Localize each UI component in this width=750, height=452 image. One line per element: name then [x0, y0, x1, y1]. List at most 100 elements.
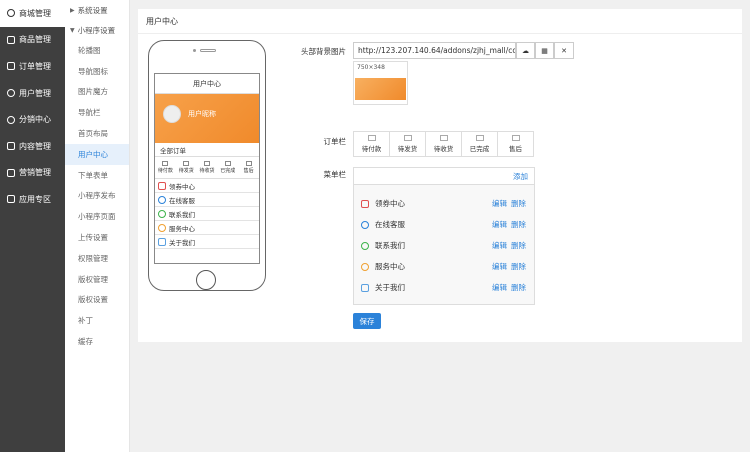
- sub-item[interactable]: 下单表单: [65, 165, 129, 186]
- info-icon: [361, 283, 369, 292]
- order-bar: 待付款 待发货 待收货 已完成 售后: [353, 131, 534, 157]
- sub-item[interactable]: 缓存: [65, 331, 129, 352]
- headset-icon: [361, 220, 369, 229]
- add-menu-link[interactable]: 添加: [513, 171, 528, 182]
- all-orders: 全部订单: [155, 143, 259, 157]
- document-icon: [7, 142, 15, 151]
- nav-item-orders[interactable]: 订单管理: [0, 53, 65, 80]
- phone-menu-item: 关于我们: [155, 235, 259, 249]
- main-sidebar: 商城管理 商品管理 订单管理 用户管理 分销中心 内容管理 营销管理 应用专区: [0, 0, 65, 452]
- phone-banner: 用户昵称: [155, 94, 259, 143]
- edit-link[interactable]: 编辑: [492, 240, 507, 251]
- delete-link[interactable]: 删除: [511, 219, 526, 230]
- nav-item-products[interactable]: 商品管理: [0, 27, 65, 54]
- order-tab[interactable]: 待付款: [354, 132, 390, 156]
- nickname: 用户昵称: [188, 110, 216, 118]
- phone-title: 用户中心: [155, 74, 259, 94]
- chat-icon: [361, 241, 369, 250]
- group-miniapp-settings[interactable]: ▼ 小程序设置: [65, 20, 129, 40]
- edit-link[interactable]: 编辑: [492, 261, 507, 272]
- grid-icon: ▦: [541, 46, 548, 55]
- camera-icon: [193, 49, 196, 52]
- menu-row: 领券中心 编辑 删除: [354, 193, 534, 214]
- thumb-image: [355, 78, 406, 100]
- phone-screen: 用户中心 用户昵称 全部订单 待付款 待发货 待收货 已完成 售后 领券中心 在…: [154, 73, 260, 264]
- sub-item[interactable]: 首页布局: [65, 123, 129, 144]
- delete-link[interactable]: 删除: [511, 240, 526, 251]
- nav-item-distribution[interactable]: 分销中心: [0, 106, 65, 133]
- header-bg-thumbnail: 750×348: [353, 61, 408, 105]
- phone-order-tab: 待付款: [155, 157, 176, 178]
- thumb-size: 750×348: [357, 64, 385, 71]
- nav-item-mall[interactable]: 商城管理: [0, 0, 65, 27]
- list-icon: [7, 62, 15, 71]
- envelope-icon: [203, 161, 210, 166]
- question-icon: [361, 262, 369, 271]
- chevron-right-icon: ▶: [70, 6, 75, 14]
- sub-item[interactable]: 轮播图: [65, 40, 129, 61]
- service-icon: [245, 161, 252, 166]
- phone-order-tab: 待发货: [176, 157, 197, 178]
- phone-order-tab: 已完成: [217, 157, 238, 178]
- phone-preview: 用户中心 用户昵称 全部订单 待付款 待发货 待收货 已完成 售后 领券中心 在…: [148, 40, 266, 291]
- coupon-icon: [158, 181, 166, 190]
- sub-item-user-center[interactable]: 用户中心: [65, 143, 129, 165]
- speaker-icon: [200, 49, 216, 52]
- sub-item[interactable]: 导航栏: [65, 102, 129, 123]
- home-button: [196, 270, 216, 290]
- upload-button[interactable]: ☁: [516, 42, 535, 59]
- save-button[interactable]: 保存: [353, 313, 381, 329]
- sub-item[interactable]: 补丁: [65, 310, 129, 331]
- header-bg-url-input[interactable]: http://123.207.140.64/addons/zjhj_mall/c…: [353, 42, 516, 59]
- cloud-upload-icon: ☁: [522, 46, 529, 55]
- question-icon: [158, 223, 166, 232]
- sub-item[interactable]: 上传设置: [65, 227, 129, 248]
- order-tab[interactable]: 售后: [498, 132, 533, 156]
- delete-link[interactable]: 删除: [511, 282, 526, 293]
- sub-item[interactable]: 版权设置: [65, 290, 129, 311]
- chevron-down-icon: ▼: [70, 26, 75, 34]
- close-icon: ✕: [561, 46, 567, 55]
- headset-icon: [158, 195, 166, 204]
- phone-order-tabs: 待付款 待发货 待收货 已完成 售后: [155, 157, 259, 179]
- menu-row: 关于我们 编辑 删除: [354, 277, 534, 298]
- edit-link[interactable]: 编辑: [492, 219, 507, 230]
- sub-sidebar: ▶ 系统设置 ▼ 小程序设置 轮播图 导航图标 图片魔方 导航栏 首页布局 用户中心…: [65, 0, 130, 452]
- nav-item-apps[interactable]: 应用专区: [0, 186, 65, 213]
- coupon-icon: [361, 199, 369, 208]
- clear-button[interactable]: ✕: [554, 42, 574, 59]
- delete-link[interactable]: 删除: [511, 198, 526, 209]
- check-doc-icon: [475, 135, 484, 141]
- header-bg-label: 头部背景图片: [301, 47, 346, 56]
- check-doc-icon: [224, 161, 231, 166]
- delete-link[interactable]: 删除: [511, 261, 526, 272]
- nav-item-content[interactable]: 内容管理: [0, 133, 65, 160]
- order-tab[interactable]: 已完成: [462, 132, 498, 156]
- sub-item[interactable]: 小程序页面: [65, 206, 129, 227]
- sub-item[interactable]: 图片魔方: [65, 82, 129, 103]
- phone-menu-item: 领券中心: [155, 179, 259, 193]
- chat-icon: [158, 209, 166, 218]
- sub-item[interactable]: 版权管理: [65, 269, 129, 290]
- phone-menu: 领券中心 在线客服 联系我们 服务中心 关于我们: [155, 179, 259, 249]
- order-tab[interactable]: 待发货: [390, 132, 426, 156]
- gift-icon: [7, 168, 15, 177]
- edit-link[interactable]: 编辑: [492, 198, 507, 209]
- edit-link[interactable]: 编辑: [492, 282, 507, 293]
- menu-row: 服务中心 编辑 删除: [354, 256, 534, 277]
- order-bar-label: 订单栏: [323, 137, 347, 146]
- order-tab[interactable]: 待收货: [426, 132, 462, 156]
- nav-item-marketing[interactable]: 营销管理: [0, 160, 65, 187]
- sub-item[interactable]: 导航图标: [65, 61, 129, 82]
- phone-menu-item: 服务中心: [155, 221, 259, 235]
- sub-item[interactable]: 小程序发布: [65, 186, 129, 207]
- user-icon: [7, 89, 15, 98]
- phone-order-tab: 待收货: [197, 157, 218, 178]
- box-icon: [7, 35, 15, 44]
- gear-icon: [7, 9, 15, 18]
- gallery-button[interactable]: ▦: [535, 42, 554, 59]
- sub-item[interactable]: 权限管理: [65, 248, 129, 269]
- nav-item-users[interactable]: 用户管理: [0, 80, 65, 107]
- menu-list: 添加 领券中心 编辑 删除 在线客服 编辑 删除 联系我们 编辑 删除 服务中心 编辑 删除 关…: [353, 167, 535, 305]
- group-system-settings[interactable]: ▶ 系统设置: [65, 0, 129, 20]
